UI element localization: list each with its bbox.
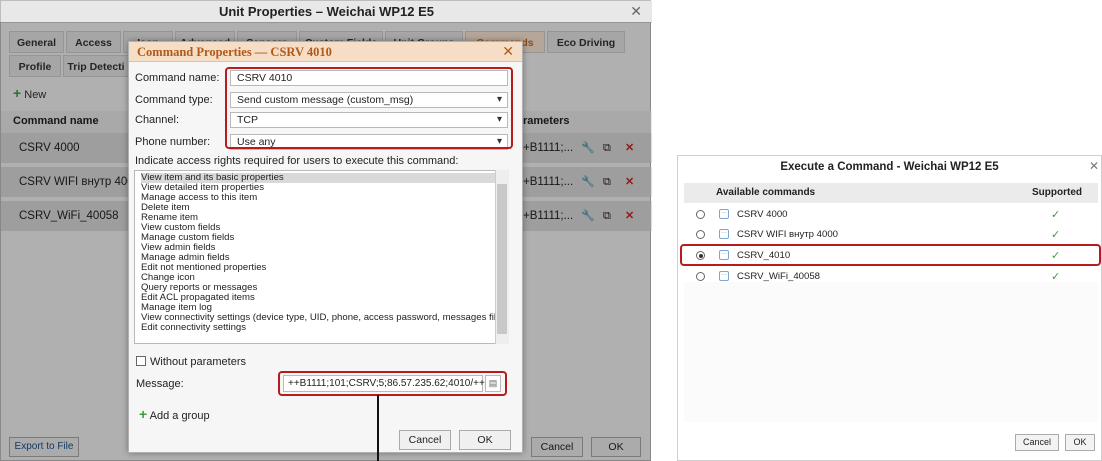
unit-properties-title: Unit Properties – Weichai WP12 E5	[1, 1, 652, 23]
empty-list-area	[684, 282, 1098, 422]
command-name-label: Command name:	[135, 72, 220, 84]
radio-button[interactable]	[696, 230, 705, 239]
list-item[interactable]: Edit connectivity settings	[141, 323, 246, 333]
message-label: Message:	[136, 378, 184, 390]
checkbox-box[interactable]	[136, 356, 146, 366]
table-row[interactable]: ··· CSRV 4000 ✓	[684, 205, 1098, 225]
plus-icon: +	[139, 406, 148, 422]
check-icon: ✓	[1051, 229, 1061, 241]
cancel-button[interactable]: Cancel	[399, 430, 451, 450]
channel-label: Channel:	[135, 114, 180, 126]
radio-button[interactable]	[696, 210, 705, 219]
radio-button[interactable]	[696, 272, 705, 281]
access-rights-label: Indicate access rights required for user…	[135, 155, 459, 167]
check-icon: ✓	[1051, 209, 1061, 221]
phone-number-label: Phone number:	[135, 136, 211, 148]
cancel-button[interactable]: Cancel	[1015, 434, 1059, 451]
command-name: CSRV WIFI внутр 4000	[737, 229, 838, 240]
command-icon: ···	[719, 229, 729, 239]
commands-table-header: Available commands Supported	[684, 183, 1098, 203]
table-row[interactable]: ··· CSRV WIFI внутр 4000 ✓	[684, 225, 1098, 245]
command-type-label: Command type:	[135, 94, 213, 106]
selected-command-highlight-box	[680, 244, 1101, 266]
without-parameters-label: Without parameters	[150, 356, 246, 368]
ok-button[interactable]: OK	[459, 430, 511, 450]
access-rights-list[interactable]: View item and its basic properties View …	[134, 170, 509, 344]
rights-scrollbar-thumb[interactable]	[497, 184, 507, 334]
command-name: CSRV 4000	[737, 209, 788, 220]
fields-highlight-box	[225, 67, 513, 149]
command-properties-dialog: Command Properties — CSRV 4010 ✕ Command…	[128, 41, 523, 453]
connector-line	[377, 395, 379, 461]
close-icon[interactable]: ✕	[1089, 159, 1099, 173]
execute-command-title: Execute a Command - Weichai WP12 E5	[780, 161, 999, 173]
list-item[interactable]: Manage item log	[141, 303, 212, 313]
close-icon[interactable]: ✕	[630, 3, 642, 20]
without-parameters-checkbox[interactable]: Without parameters	[136, 356, 246, 368]
add-group-button[interactable]: + Add a group	[139, 406, 210, 422]
column-available-commands: Available commands	[716, 187, 816, 198]
command-icon: ···	[719, 271, 729, 281]
message-highlight-box	[278, 371, 507, 396]
command-icon: ···	[719, 209, 729, 219]
add-group-label: Add a group	[149, 410, 210, 422]
command-properties-title: Command Properties — CSRV 4010	[129, 42, 522, 62]
execute-command-dialog: Execute a Command - Weichai WP12 E5 ✕ Av…	[677, 155, 1102, 461]
close-icon[interactable]: ✕	[502, 43, 514, 60]
ok-button[interactable]: OK	[1065, 434, 1095, 451]
column-supported: Supported	[1032, 187, 1082, 198]
